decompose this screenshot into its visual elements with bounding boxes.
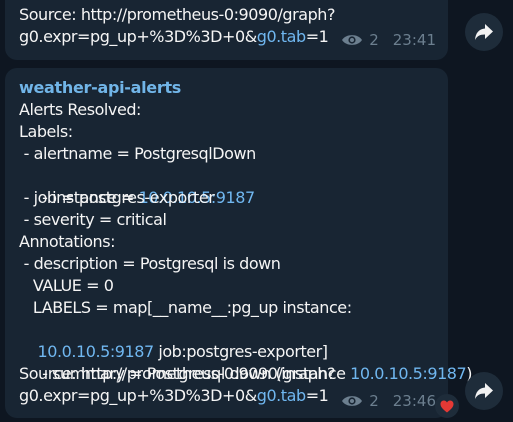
eye-icon [342,396,363,406]
message-text-line: VALUE = 0 [19,276,114,295]
forward-button[interactable] [465,372,503,410]
heart-icon [440,400,454,412]
reaction-badge[interactable] [435,394,459,418]
message-bubble[interactable]: Source: http://prometheus-0:9090/graph? … [5,0,448,60]
forward-button[interactable] [465,13,503,51]
message-text-line: - job = postgres-exporter [19,188,215,207]
text-fragment: g0.expr=pg_up+%3D%3D+0& [19,27,257,46]
message-time: 23:46 [392,392,436,410]
message-meta: 2 23:41 [341,29,436,51]
message-link[interactable]: 10.0.10.5:9187 [350,364,467,383]
message-link[interactable]: g0.tab [257,386,306,405]
message-text-line: - alertname = PostgresqlDown [19,144,257,163]
message-text-line: Annotations: [19,232,116,251]
message-meta: 2 23:46 [341,390,436,412]
message-link[interactable]: g0.tab [257,27,306,46]
text-fragment: =1 [305,386,329,405]
message-text-line: Source: http://prometheus-0:9090/graph? [19,5,336,24]
message-text-line: - severity = critical [19,210,167,229]
message-time: 23:41 [392,31,436,49]
text-fragment: g0.expr=pg_up+%3D%3D+0& [19,386,257,405]
message-text-line: LABELS = map[__name__:pg_up instance: [19,298,352,317]
message-text-line: Alerts Resolved: [19,100,141,119]
forward-arrow-icon [475,24,493,40]
message-text-line: Source: http://prometheus-0:9090/graph? [19,364,336,383]
forward-arrow-icon [475,383,493,399]
message-text-line: Labels: [19,122,73,141]
message-bubble[interactable]: weather-api-alerts Alerts Resolved: Labe… [5,68,473,418]
message-text-line: g0.expr=pg_up+%3D%3D+0&g0.tab=1 [19,26,329,48]
view-count: 2 [369,392,379,410]
text-fragment: =1 [305,27,329,46]
message-text-line: g0.expr=pg_up+%3D%3D+0&g0.tab=1 [19,385,329,407]
sender-name[interactable]: weather-api-alerts [19,77,181,99]
eye-icon [342,35,363,45]
message-text-line: - description = Postgresql is down [19,254,281,273]
view-count: 2 [369,31,379,49]
